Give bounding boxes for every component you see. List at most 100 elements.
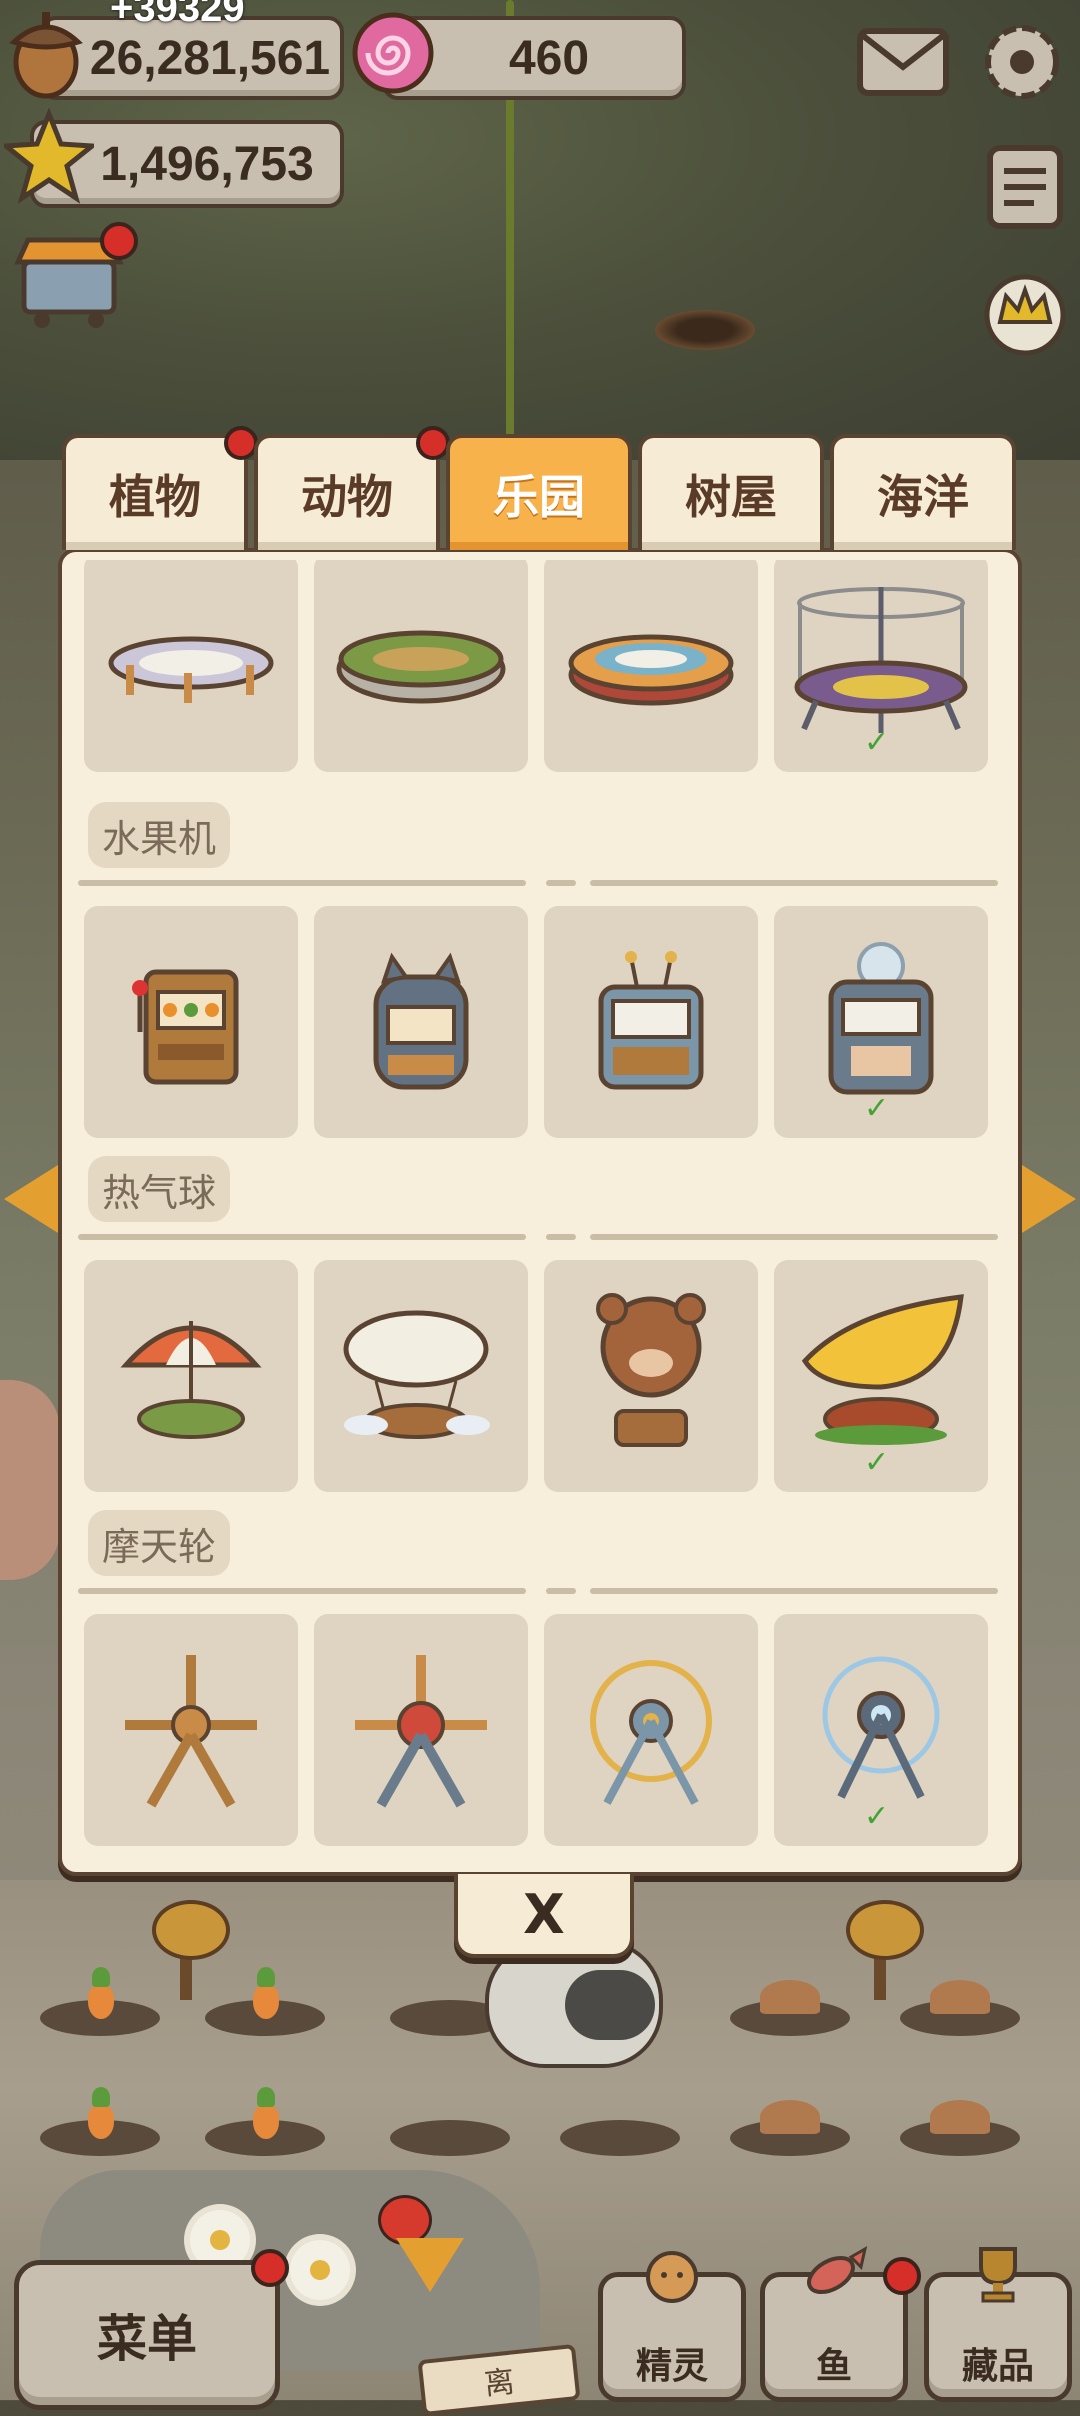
shop-notification-dot xyxy=(100,222,138,260)
carrot-crop[interactable] xyxy=(253,1967,279,2019)
spirit-icon xyxy=(646,2251,698,2303)
item-cell[interactable]: ✓ xyxy=(774,560,988,772)
item-cell[interactable] xyxy=(84,1614,298,1846)
carrot-crop[interactable] xyxy=(253,2087,279,2139)
item-cell[interactable] xyxy=(84,906,298,1138)
owned-check-icon: ✓ xyxy=(864,1445,890,1480)
trampoline-icon xyxy=(568,634,734,706)
item-cell[interactable] xyxy=(84,560,298,772)
hot-air-balloon-icon xyxy=(343,1310,490,1439)
collection-button[interactable]: 藏品 xyxy=(924,2247,1072,2402)
trampoline-icon xyxy=(108,636,274,703)
tab-notification-dot xyxy=(224,426,258,460)
section-title-ferris-wheel: 摩天轮 xyxy=(88,1510,231,1576)
acorn-icon xyxy=(6,4,86,100)
crown-icon xyxy=(984,274,1066,356)
fish-label: 鱼 xyxy=(815,2346,852,2387)
acorn-count: 26,281,561 xyxy=(89,31,331,85)
fish-icon xyxy=(807,2246,868,2295)
item-cell[interactable] xyxy=(314,1614,528,1846)
exit-sign-text: 离 xyxy=(482,2364,517,2403)
item-row-trampoline: ✓ xyxy=(84,560,994,772)
slot-machine-icon xyxy=(828,942,934,1095)
spirit-label: 精灵 xyxy=(635,2346,708,2387)
tab-treehouse[interactable]: 树屋 xyxy=(638,434,824,550)
fish-notification-dot xyxy=(883,2257,921,2295)
white-flower xyxy=(290,2240,350,2300)
catalogue-scroll-area[interactable]: ✓ 水果机 ✓ 热气球 ✓ 摩天轮 ✓ xyxy=(72,560,1002,1860)
tab-label: 海洋 xyxy=(877,470,969,524)
star-count: 1,496,753 xyxy=(100,137,314,191)
menu-button[interactable]: 菜单 xyxy=(14,2249,289,2410)
ranking-button[interactable] xyxy=(970,270,1080,360)
item-row-ferris-wheel: ✓ xyxy=(84,1614,994,1846)
item-cell[interactable] xyxy=(544,1614,758,1846)
carrot-sign xyxy=(152,1900,230,1960)
item-cell[interactable]: ✓ xyxy=(774,1260,988,1492)
item-row-slot-machine: ✓ xyxy=(84,906,994,1138)
collection-label: 藏品 xyxy=(961,2346,1034,2387)
item-cell[interactable] xyxy=(544,906,758,1138)
spirit-button[interactable]: 精灵 xyxy=(598,2251,746,2402)
section-divider xyxy=(78,880,998,886)
candy-icon xyxy=(350,10,436,96)
slot-machine-icon xyxy=(373,952,469,1090)
owned-check-icon: ✓ xyxy=(864,725,890,760)
mail-button[interactable] xyxy=(856,22,950,102)
tab-playground[interactable]: 乐园 xyxy=(446,434,632,550)
ferris-wheel-icon xyxy=(125,1655,257,1808)
close-panel-button[interactable]: X xyxy=(454,1874,634,1958)
previous-page-arrow[interactable] xyxy=(4,1165,58,1233)
slot-machine-icon xyxy=(598,951,704,1090)
item-cell[interactable] xyxy=(314,1260,528,1492)
item-cell[interactable] xyxy=(314,560,528,772)
tab-plants[interactable]: 植物 xyxy=(62,426,258,550)
hot-air-balloon-icon xyxy=(801,1294,964,1445)
tab-animals[interactable]: 动物 xyxy=(254,426,450,550)
trampoline-icon xyxy=(336,630,506,704)
carrot-crop[interactable] xyxy=(88,1967,114,2019)
tab-label: 植物 xyxy=(109,470,201,524)
section-title-slot-machine: 水果机 xyxy=(88,802,231,868)
clipboard-icon xyxy=(987,145,1063,229)
item-cell[interactable]: ✓ xyxy=(774,1614,988,1846)
acorn-gain-text: +39329 xyxy=(110,0,245,30)
dirt-plot[interactable] xyxy=(390,2120,510,2156)
potato-sign xyxy=(846,1900,924,1960)
tab-ocean[interactable]: 海洋 xyxy=(830,434,1016,550)
bird-nest xyxy=(655,310,755,350)
item-cell[interactable] xyxy=(314,906,528,1138)
trophy-icon xyxy=(979,2247,1017,2303)
item-cell[interactable] xyxy=(544,1260,758,1492)
next-page-arrow[interactable] xyxy=(1022,1165,1076,1233)
fish-button[interactable]: 鱼 xyxy=(760,2246,921,2402)
ferris-wheel-icon xyxy=(355,1655,487,1808)
tab-notification-dot xyxy=(416,426,450,460)
potato-crop[interactable] xyxy=(760,1980,820,2014)
ferris-wheel-icon xyxy=(590,1660,712,1805)
section-divider xyxy=(78,1234,998,1240)
owned-check-icon: ✓ xyxy=(864,1799,890,1834)
potato-crop[interactable] xyxy=(930,1980,990,2014)
shop-button[interactable] xyxy=(14,222,138,332)
potato-crop[interactable] xyxy=(760,2100,820,2134)
close-icon: X xyxy=(523,1882,565,1946)
carrot-crop[interactable] xyxy=(88,2087,114,2139)
collapse-arrow[interactable] xyxy=(396,2238,464,2292)
tab-label: 动物 xyxy=(301,470,393,524)
item-row-hot-air-balloon: ✓ xyxy=(84,1260,994,1492)
settings-button[interactable] xyxy=(976,16,1068,108)
sheep-face xyxy=(565,1970,655,2040)
potato-crop[interactable] xyxy=(930,2100,990,2134)
section-divider xyxy=(78,1588,998,1594)
dirt-plot[interactable] xyxy=(560,2120,680,2156)
menu-label: 菜单 xyxy=(97,2310,197,2368)
item-cell[interactable]: ✓ xyxy=(774,906,988,1138)
tasks-button[interactable] xyxy=(980,142,1070,232)
item-cell[interactable] xyxy=(544,560,758,772)
gear-icon xyxy=(985,25,1059,99)
tab-label: 乐园 xyxy=(493,470,585,524)
item-cell[interactable] xyxy=(84,1260,298,1492)
pig-character xyxy=(0,1380,60,1580)
slot-machine-icon xyxy=(132,969,239,1085)
